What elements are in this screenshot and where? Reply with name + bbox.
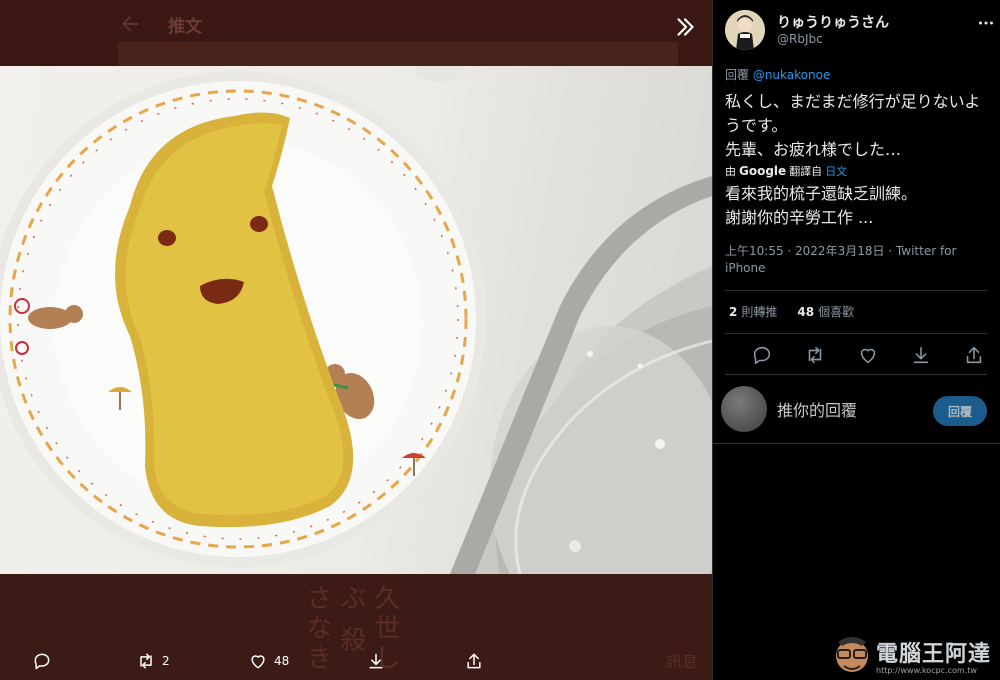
author-handle[interactable]: @RbJbc (777, 32, 823, 46)
divider-top (725, 290, 987, 291)
viewer-reply-button[interactable] (32, 650, 58, 672)
reply-input[interactable] (777, 398, 927, 422)
viewer-bookmark-button[interactable] (366, 650, 386, 672)
tweet-panel: りゅうりゅうさん @RbJbc 回覆 @nukakonoe 私くし、まだまだ修行… (712, 0, 1000, 680)
heart-icon[interactable] (857, 344, 879, 366)
collapse-panel-icon[interactable] (672, 14, 698, 40)
viewer-retweet-count: 2 (162, 654, 170, 668)
reply-icon[interactable] (751, 344, 773, 366)
author-avatar[interactable] (725, 10, 765, 50)
translate-by-label: 由 (725, 165, 736, 178)
source-language-link[interactable]: 日文 (825, 163, 847, 179)
reply-icon (34, 653, 50, 670)
heart-icon (251, 655, 265, 669)
photo-illustration (0, 66, 712, 574)
viewer-retweet-button[interactable]: 2 (136, 650, 170, 672)
download-arrow-icon[interactable] (910, 344, 932, 366)
tweet-stats: 2 則轉推 48 個喜歡 (729, 303, 854, 320)
viewer-action-bar: 2 48 (0, 644, 712, 678)
site-watermark: 電腦王阿達 http://www.kocpc.com.tw (832, 632, 1000, 680)
tweet-action-bar (725, 340, 987, 370)
back-arrow-icon[interactable] (118, 12, 142, 36)
author-display-name[interactable]: りゅうりゅうさん (777, 12, 889, 32)
current-user-avatar (721, 386, 767, 432)
share-icon[interactable] (963, 344, 985, 366)
viewer-share-button[interactable] (464, 650, 484, 672)
divider-mid (725, 333, 987, 334)
avatar-figure-icon (725, 10, 765, 50)
viewer-header-ghost (118, 42, 678, 66)
retweet-stat[interactable]: 2 則轉推 (729, 303, 777, 320)
share-icon (467, 653, 481, 669)
replying-to-label: 回覆 (725, 68, 753, 82)
viewer-title: 推文 (168, 17, 202, 37)
tweet-original-text: 私くし、まだまだ修行が足りないようです。 先輩、お疲れ様でした… (725, 92, 981, 159)
google-logo: Google (739, 164, 787, 178)
viewer-like-count: 48 (274, 654, 290, 668)
watermark-url: http://www.kocpc.com.tw (876, 666, 977, 675)
reply-submit-button[interactable]: 回覆 (933, 396, 987, 426)
viewer-header: 推文 (0, 0, 712, 66)
more-options-icon[interactable] (975, 12, 997, 34)
tweet-translated-text: 看來我的梳子還缺乏訓練。 謝謝你的辛勞工作 ... (725, 184, 918, 227)
watermark-text: 電腦王阿達 (876, 642, 992, 667)
download-arrow-icon (369, 653, 383, 669)
replying-to-link[interactable]: @nukakonoe (753, 68, 831, 82)
translation-attribution: 由 Google 翻譯自 日文 (725, 163, 847, 179)
tweet-author: りゅうりゅうさん @RbJbc (725, 10, 995, 54)
retweet-icon (140, 653, 152, 669)
tweet-photo[interactable] (0, 66, 712, 574)
tweet-timestamp[interactable]: 上午10:55 · 2022年3月18日 · Twitter for iPhon… (725, 243, 985, 277)
viewer-like-button[interactable]: 48 (248, 650, 289, 672)
divider-bottom (725, 374, 987, 375)
retweet-icon[interactable] (804, 344, 826, 366)
mascot-logo-icon (836, 637, 868, 672)
replying-to: 回覆 @nukakonoe (725, 66, 830, 83)
media-viewer: 推文 久世しぶ 殺さなき 訊息 2 48 (0, 0, 712, 680)
translated-from-label: 翻譯自 (789, 165, 823, 178)
reply-composer: 回覆 (713, 380, 1000, 444)
like-stat[interactable]: 48 個喜歡 (797, 303, 854, 320)
